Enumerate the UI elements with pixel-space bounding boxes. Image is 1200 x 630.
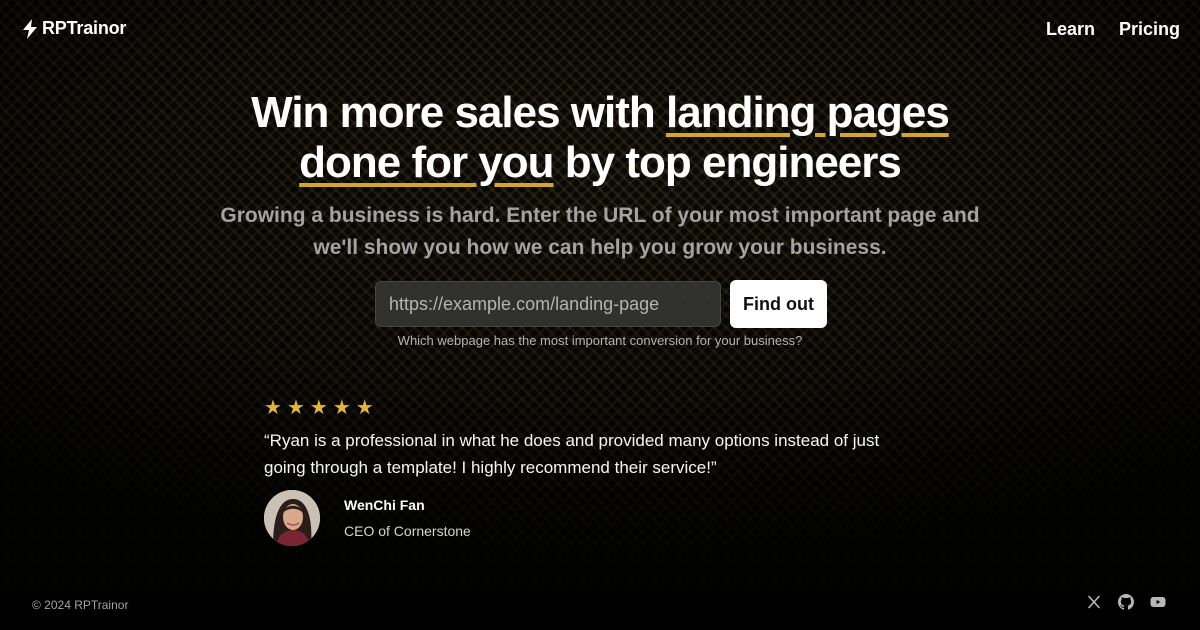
x-twitter-icon [1088, 595, 1100, 609]
rating-stars: ★ ★ ★ ★ ★ [264, 398, 374, 418]
star-icon: ★ [286, 397, 305, 419]
github-icon [1118, 594, 1134, 610]
landing-page: RPTrainor Learn Pricing Win more sales w… [0, 0, 1200, 630]
brand-name: RPTrainor [42, 18, 127, 38]
nav-link-pricing[interactable]: Pricing [1119, 19, 1180, 40]
author-name: WenChi Fan [344, 497, 425, 513]
star-icon: ★ [332, 397, 351, 419]
author-role: CEO of Cornerstone [344, 523, 471, 539]
author-avatar [264, 490, 320, 546]
headline-highlight-landing-pages: landing pages [666, 88, 950, 137]
social-links [1086, 594, 1166, 610]
x-twitter-link[interactable] [1086, 594, 1102, 610]
brand-logo-link[interactable]: RPTrainor [22, 18, 126, 39]
hero-subheadline: Growing a business is hard. Enter the UR… [220, 204, 980, 259]
youtube-icon [1150, 597, 1166, 607]
top-nav: Learn Pricing [1046, 19, 1180, 40]
headline-highlight-done-for-you: done for you [299, 138, 554, 187]
lightning-bolt-icon [23, 18, 37, 39]
find-out-button[interactable]: Find out [730, 280, 827, 328]
url-helper-text: Which webpage has the most important con… [397, 333, 803, 348]
headline-text-part2: by top engineers [553, 138, 902, 187]
footer [0, 590, 1200, 630]
headline-text-part1: Win more sales with [251, 88, 666, 137]
url-input[interactable] [375, 281, 721, 327]
testimonial-quote: “Ryan is a professional in what he does … [264, 431, 880, 477]
star-icon: ★ [264, 397, 282, 419]
footer-copyright: © 2024 RPTrainor [32, 598, 129, 612]
github-link[interactable] [1118, 594, 1134, 610]
hero-headline: Win more sales with landing pages done fo… [0, 88, 1200, 188]
star-icon: ★ [309, 397, 328, 419]
star-icon: ★ [355, 397, 374, 419]
youtube-link[interactable] [1150, 594, 1166, 610]
nav-link-learn[interactable]: Learn [1046, 19, 1095, 40]
